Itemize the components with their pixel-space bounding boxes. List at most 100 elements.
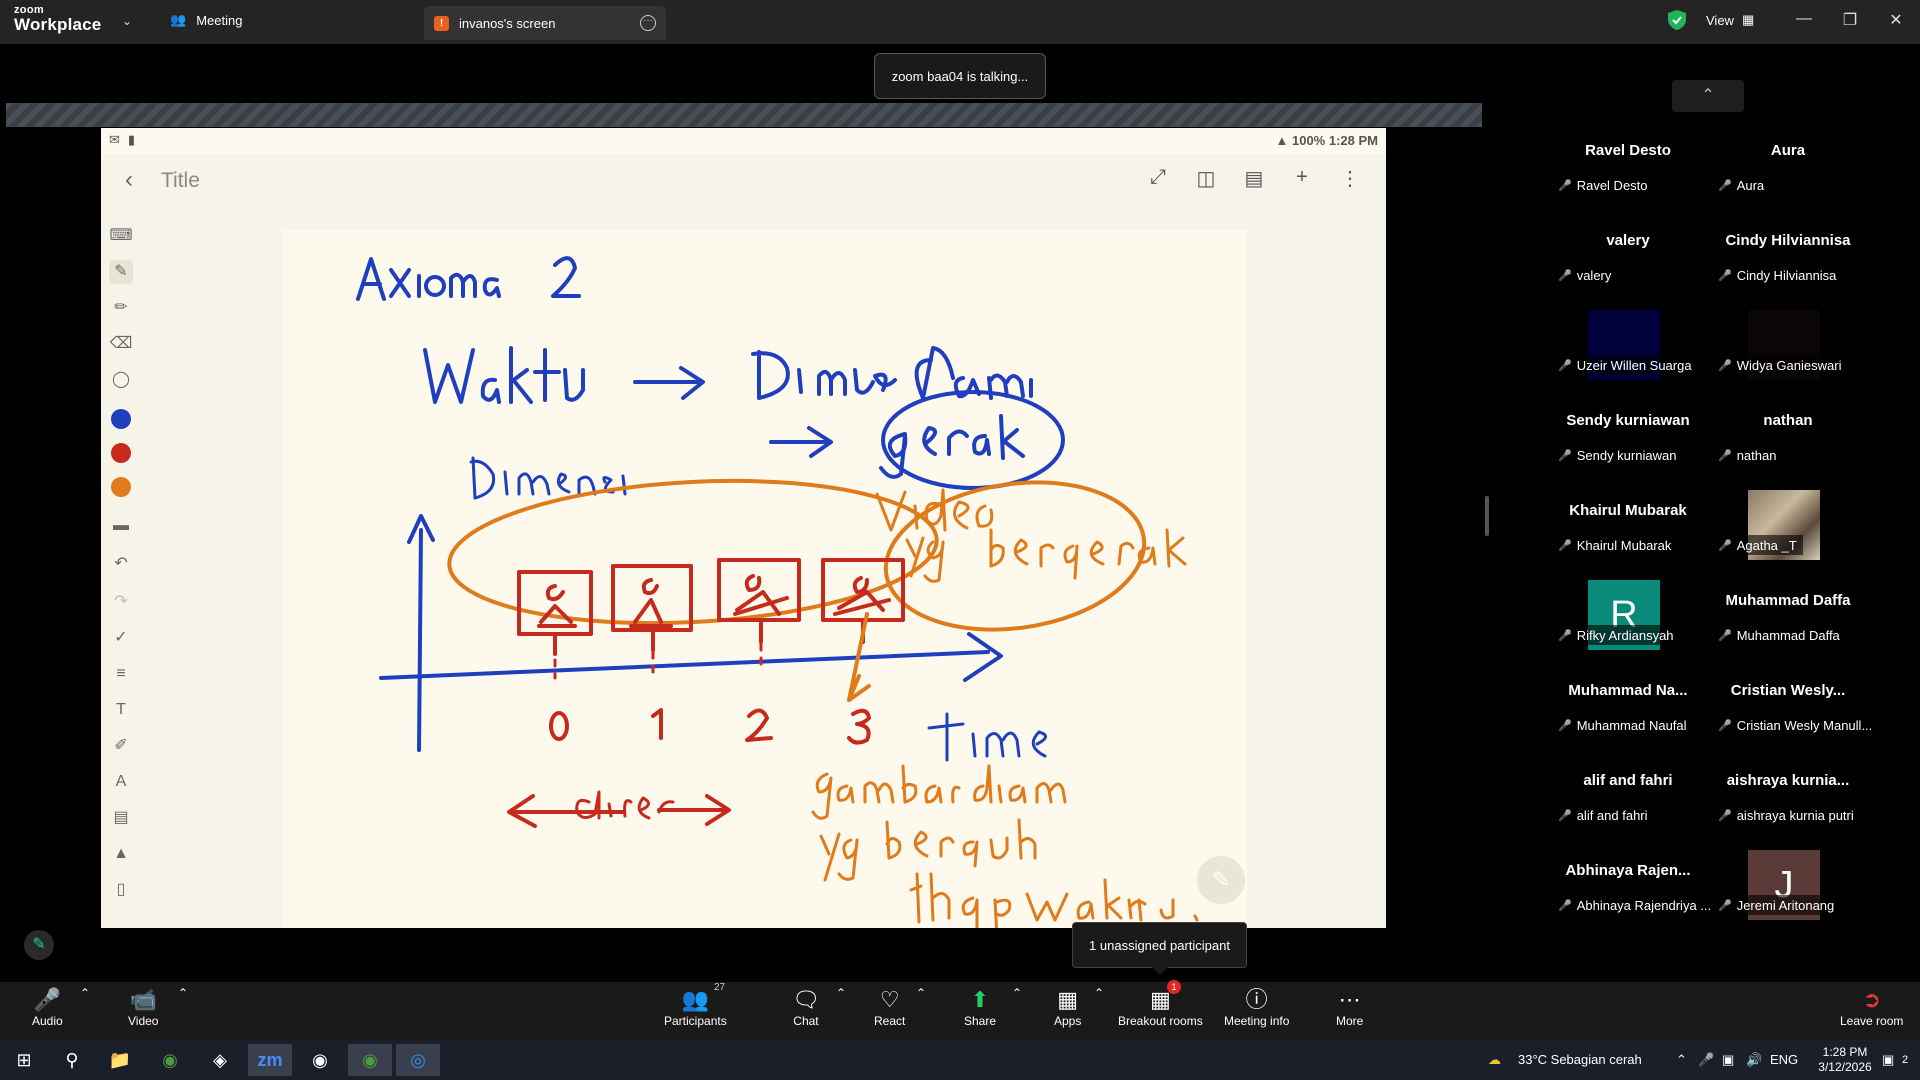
back-arrow-icon[interactable]: ‹	[125, 166, 133, 194]
chat-button[interactable]: 🗨 Chat	[792, 986, 820, 1028]
video-options-chevron-icon[interactable]: ⌃	[178, 986, 188, 1000]
language-indicator[interactable]: ENG	[1770, 1040, 1798, 1080]
handwriting-text-icon[interactable]: T	[109, 698, 133, 722]
network-icon[interactable]: ▣	[1722, 1040, 1734, 1080]
apps-options-chevron-icon[interactable]: ⌃	[1094, 986, 1104, 1000]
lasso-icon[interactable]: ◯	[109, 368, 133, 392]
participant-tile[interactable]: nathan 🎤 nathan	[1708, 392, 1868, 480]
participant-tile[interactable]: Cindy Hilviannisa 🎤 Cindy Hilviannisa	[1708, 212, 1868, 300]
shapes-icon[interactable]: ▲	[109, 842, 133, 866]
pen-color-orange[interactable]	[111, 477, 131, 497]
minimize-icon[interactable]: —	[1794, 10, 1814, 28]
participant-tile[interactable]: 🎤 Agatha _T	[1708, 482, 1868, 570]
pen-color-red[interactable]	[111, 443, 131, 463]
note-title[interactable]: Title	[161, 169, 200, 193]
participant-tile[interactable]: Aura 🎤 Aura	[1708, 122, 1868, 210]
expand-icon[interactable]: ⤢	[1146, 166, 1170, 191]
redo-icon[interactable]: ↷	[109, 590, 133, 614]
more-options-icon[interactable]: ···	[640, 15, 656, 31]
weather-text[interactable]: 33°C Sebagian cerah	[1518, 1040, 1642, 1080]
highlighter-icon[interactable]: ✏	[109, 296, 133, 320]
chat-label: Chat	[793, 1014, 819, 1028]
participant-tile[interactable]: Ravel Desto 🎤 Ravel Desto	[1548, 122, 1708, 210]
windows-start-icon[interactable]: ⊞	[2, 1044, 46, 1076]
mail-icon: ✉	[109, 132, 120, 147]
pen-color-blue[interactable]	[111, 409, 131, 429]
edit-pencil-button[interactable]: ✎	[1197, 856, 1245, 904]
react-button[interactable]: ♡ React	[874, 986, 905, 1028]
text-align-icon[interactable]: ≡	[109, 662, 133, 686]
split-view-icon[interactable]: ◫	[1194, 166, 1218, 191]
eyedropper-icon[interactable]: ✐	[109, 734, 133, 758]
participant-tile[interactable]: Khairul Mubarak 🎤 Khairul Mubarak	[1548, 482, 1708, 570]
participant-tile[interactable]: Cristian Wesly... 🎤 Cristian Wesly Manull.…	[1708, 662, 1879, 750]
stroke-width-icon[interactable]: ▬	[109, 514, 133, 538]
participant-name-label: 🎤 Ravel Desto	[1552, 175, 1654, 195]
annotate-pen-icon[interactable]: ✎	[24, 930, 54, 960]
clock[interactable]: 1:28 PM 3/12/2026	[1810, 1040, 1880, 1080]
share-options-chevron-icon[interactable]: ⌃	[1012, 986, 1022, 1000]
participant-name: Aura	[1770, 142, 1806, 159]
eraser-icon[interactable]: ⌫	[109, 332, 133, 356]
breakout-rooms-button[interactable]: ▦ Breakout rooms	[1118, 986, 1203, 1028]
meeting-info-button[interactable]: ⓘ Meeting info	[1224, 986, 1289, 1028]
add-icon[interactable]: +	[1290, 166, 1314, 191]
close-icon[interactable]: ✕	[1886, 10, 1906, 30]
zoom-app-icon[interactable]: zm	[248, 1044, 292, 1076]
text-style-icon[interactable]: A	[109, 770, 133, 794]
chevron-down-icon[interactable]: ⌄	[122, 14, 132, 28]
participant-tile[interactable]: Abhinaya Rajen... 🎤 Abhinaya Rajendriya ..…	[1548, 842, 1718, 930]
notification-icon[interactable]: ▣	[1882, 1040, 1894, 1080]
panel-resize-handle[interactable]	[1485, 496, 1489, 536]
gallery-scroll-up-icon[interactable]: ⌃	[1672, 80, 1744, 112]
show-hidden-icons-chevron-icon[interactable]: ⌃	[1676, 1040, 1687, 1080]
audio-options-chevron-icon[interactable]: ⌃	[80, 986, 90, 1000]
share-button[interactable]: ⬆ Share	[964, 986, 996, 1028]
chrome-icon[interactable]: ◉	[148, 1044, 192, 1076]
react-options-chevron-icon[interactable]: ⌃	[916, 986, 926, 1000]
shape-pen-icon[interactable]: ✓	[109, 626, 133, 650]
camera-app-icon[interactable]: ◉	[298, 1044, 342, 1076]
participant-tile[interactable]: Muhammad Daffa 🎤 Muhammad Daffa	[1708, 572, 1868, 660]
participant-tile[interactable]: Sendy kurniawan 🎤 Sendy kurniawan	[1548, 392, 1708, 480]
kebab-menu-icon[interactable]: ⋮	[1338, 166, 1362, 191]
participant-tile[interactable]: valery 🎤 valery	[1548, 212, 1708, 300]
restore-icon[interactable]: ❐	[1840, 10, 1860, 30]
text-box-icon[interactable]: ▤	[109, 806, 133, 830]
encryption-shield-icon[interactable]	[1668, 10, 1686, 30]
pen-icon[interactable]: ✎	[109, 260, 133, 284]
more-button[interactable]: ⋯ More	[1336, 986, 1363, 1028]
chat-options-chevron-icon[interactable]: ⌃	[836, 986, 846, 1000]
participant-tile[interactable]: alif and fahri 🎤 alif and fahri	[1548, 752, 1708, 840]
volume-icon[interactable]: 🔊	[1746, 1040, 1762, 1080]
lock-page-icon[interactable]: ▯	[109, 878, 133, 902]
participant-tile[interactable]: Muhammad Na... 🎤 Muhammad Naufal	[1548, 662, 1708, 750]
participant-tile[interactable]: 🎤 Widya Ganieswari	[1708, 302, 1868, 390]
video-button[interactable]: 📹 Video	[128, 986, 158, 1028]
keyboard-icon[interactable]: ⌨	[109, 224, 133, 248]
breakout-rooms-icon: ▦	[1149, 987, 1171, 1012]
participant-tile[interactable]: J 🎤 Jeremi Aritonang	[1708, 842, 1868, 930]
apps-button[interactable]: ▦ Apps	[1054, 986, 1081, 1028]
view-button[interactable]: View ▦	[1706, 12, 1754, 28]
participant-name-label: 🎤 Khairul Mubarak	[1552, 535, 1678, 555]
audio-button[interactable]: 🎤 Audio	[32, 986, 63, 1028]
undo-icon[interactable]: ↶	[109, 552, 133, 576]
edge-icon[interactable]: ◎	[396, 1044, 440, 1076]
meeting-tab[interactable]: 👥 Meeting	[170, 12, 242, 28]
file-explorer-icon[interactable]: 📁	[98, 1044, 142, 1076]
weather-icon[interactable]: ☁	[1488, 1040, 1501, 1080]
tray-mic-icon[interactable]: 🎤	[1698, 1040, 1714, 1080]
participant-tile[interactable]: aishraya kurnia... 🎤 aishraya kurnia putri	[1708, 752, 1868, 840]
mail-app-icon[interactable]: ◈	[198, 1044, 242, 1076]
zoom-workplace-logo[interactable]: zoom Workplace	[14, 5, 101, 34]
page-icon[interactable]: ▤	[1242, 166, 1266, 191]
participant-name: valery	[1606, 232, 1650, 249]
search-icon[interactable]: ⚲	[50, 1044, 94, 1076]
shared-screen-tab[interactable]: ! invanos's screen ···	[424, 6, 666, 40]
participant-tile[interactable]: 🎤 Uzeir Willen Suarga	[1548, 302, 1708, 390]
note-canvas[interactable]: ✎	[283, 230, 1247, 928]
participant-tile[interactable]: R 🎤 Rifky Ardiansyah	[1548, 572, 1708, 660]
leave-room-button[interactable]: ➲ Leave room	[1840, 986, 1903, 1028]
chrome-profile-icon[interactable]: ◉	[348, 1044, 392, 1076]
